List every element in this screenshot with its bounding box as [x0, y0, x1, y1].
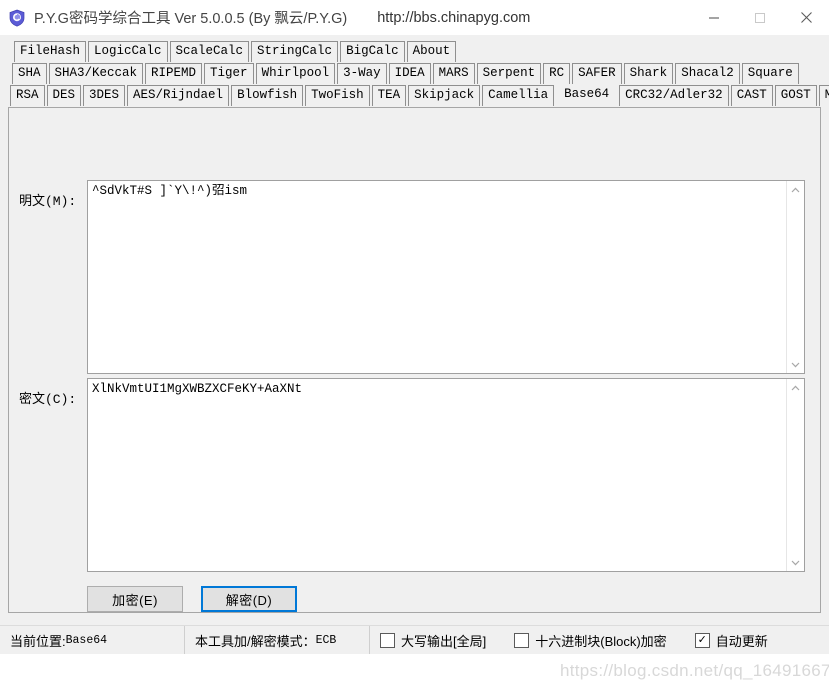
- checkbox-label: 十六进制块(Block)加密: [535, 633, 667, 649]
- tab-aesrijndael[interactable]: AES/Rijndael: [127, 85, 230, 106]
- tab-rsa[interactable]: RSA: [10, 85, 45, 106]
- scroll-down-icon[interactable]: [787, 554, 804, 571]
- plaintext-label: 明文(M):: [19, 194, 77, 209]
- maximize-button[interactable]: [737, 1, 783, 35]
- ciphertext-value[interactable]: XlNkVmtUI1MgXWBZXCFeKY+AaXNt: [88, 379, 787, 571]
- tab-cast[interactable]: CAST: [730, 85, 773, 106]
- tab-bigcalc[interactable]: BigCalc: [340, 41, 405, 62]
- tab-shark[interactable]: Shark: [623, 63, 674, 84]
- base64-panel: 明文(M): ^SdVkT#S ]`Y\!^)弨ism 密文(C): XlNkV…: [8, 107, 821, 613]
- checkbox-label: 自动更新: [715, 633, 768, 649]
- checkbox-label: 大写输出[全局]: [401, 633, 487, 649]
- status-position: 当前位置: Base64: [0, 626, 185, 654]
- status-mode-value: ECB: [315, 633, 337, 647]
- status-mode: 本工具加/解密模式： ECB: [185, 626, 370, 654]
- tab-skipjack[interactable]: Skipjack: [408, 85, 481, 106]
- tab-base64[interactable]: Base64: [556, 84, 618, 106]
- window-title: P.Y.G密码学综合工具 Ver 5.0.0.5 (By 飘云/P.Y.G): [34, 11, 348, 27]
- tab-gost[interactable]: GOST: [774, 85, 817, 106]
- plaintext-value[interactable]: ^SdVkT#S ]`Y\!^)弨ism: [88, 181, 787, 373]
- maximize-icon: [755, 12, 765, 23]
- tab-twofish[interactable]: TwoFish: [305, 85, 370, 106]
- checkbox-box-icon[interactable]: [380, 632, 395, 648]
- tab-strip: FileHash LogicCalc ScaleCalc StringCalc …: [8, 40, 829, 106]
- scroll-up-icon[interactable]: [787, 181, 804, 198]
- title-bar: P.Y.G密码学综合工具 Ver 5.0.0.5 (By 飘云/P.Y.G) h…: [0, 0, 829, 36]
- status-bar: 当前位置: Base64 本工具加/解密模式： ECB 大写输出[全局] 十六进制块…: [0, 625, 829, 654]
- ciphertext-field[interactable]: XlNkVmtUI1MgXWBZXCFeKY+AaXNt: [87, 378, 805, 572]
- tab-ripemd[interactable]: RIPEMD: [145, 63, 203, 84]
- tab-square[interactable]: Square: [741, 63, 799, 84]
- tab-safer[interactable]: SAFER: [572, 63, 622, 84]
- tab-tiger[interactable]: Tiger: [204, 63, 254, 84]
- checkbox-uppercase-output[interactable]: 大写输出[全局]: [370, 626, 496, 654]
- tab-3des[interactable]: 3DES: [83, 85, 126, 106]
- tab-row-1: FileHash LogicCalc ScaleCalc StringCalc …: [8, 40, 823, 62]
- close-button[interactable]: [783, 1, 829, 35]
- tab-camellia[interactable]: Camellia: [482, 85, 555, 106]
- checkbox-box-checked-icon[interactable]: ✓: [694, 632, 710, 648]
- status-mode-label: 本工具加/解密模式：: [195, 633, 316, 649]
- tab-stringcalc[interactable]: StringCalc: [251, 41, 339, 62]
- tab-rc[interactable]: RC: [543, 63, 571, 84]
- client-area: FileHash LogicCalc ScaleCalc StringCalc …: [0, 35, 829, 680]
- tab-3way[interactable]: 3-Way: [337, 63, 387, 84]
- checkbox-auto-update[interactable]: ✓ 自动更新: [677, 626, 778, 654]
- minimize-icon: [709, 17, 719, 18]
- tab-tea[interactable]: TEA: [371, 85, 407, 106]
- scroll-up-icon[interactable]: [787, 379, 804, 396]
- plaintext-field[interactable]: ^SdVkT#S ]`Y\!^)弨ism: [87, 180, 805, 374]
- close-icon: [800, 12, 812, 23]
- tab-whirlpool[interactable]: Whirlpool: [255, 63, 336, 84]
- tab-idea[interactable]: IDEA: [388, 63, 431, 84]
- tab-blowfish[interactable]: Blowfish: [231, 85, 304, 106]
- tab-row-2: SHA SHA3/Keccak RIPEMD Tiger Whirlpool 3…: [8, 62, 823, 84]
- tab-shacal2[interactable]: Shacal2: [675, 63, 740, 84]
- encrypt-button[interactable]: 加密(E): [87, 586, 183, 612]
- tab-des[interactable]: DES: [46, 85, 82, 106]
- ciphertext-scrollbar[interactable]: [786, 379, 804, 571]
- plaintext-scrollbar[interactable]: [786, 181, 804, 373]
- tab-row-3: RSA DES 3DES AES/Rijndael Blowfish TwoFi…: [8, 84, 829, 106]
- tab-crc32adler32[interactable]: CRC32/Adler32: [619, 85, 729, 106]
- window-controls: [691, 1, 829, 35]
- decrypt-button[interactable]: 解密(D): [201, 586, 297, 612]
- shield-icon: [8, 9, 26, 27]
- minimize-button[interactable]: [691, 1, 737, 35]
- watermark-text: https://blog.csdn.net/qq_16491667: [560, 661, 829, 680]
- status-position-value: Base64: [65, 633, 108, 647]
- scroll-down-icon[interactable]: [787, 356, 804, 373]
- checkbox-box-icon[interactable]: [514, 632, 530, 648]
- tab-md[interactable]: MD: [818, 85, 829, 106]
- status-position-label: 当前位置:: [10, 633, 66, 649]
- tab-about[interactable]: About: [406, 41, 457, 62]
- ciphertext-label: 密文(C):: [19, 392, 77, 407]
- checkbox-hex-block-encrypt[interactable]: 十六进制块(Block)加密: [496, 626, 676, 654]
- tab-filehash[interactable]: FileHash: [14, 41, 87, 62]
- tab-sha3keccak[interactable]: SHA3/Keccak: [48, 63, 144, 84]
- tab-scalecalc[interactable]: ScaleCalc: [169, 41, 250, 62]
- tab-sha[interactable]: SHA: [12, 63, 47, 84]
- tab-serpent[interactable]: Serpent: [476, 63, 542, 84]
- tab-logiccalc[interactable]: LogicCalc: [88, 41, 168, 62]
- window-url: http://bbs.chinapyg.com: [377, 9, 531, 26]
- tab-mars[interactable]: MARS: [432, 63, 475, 84]
